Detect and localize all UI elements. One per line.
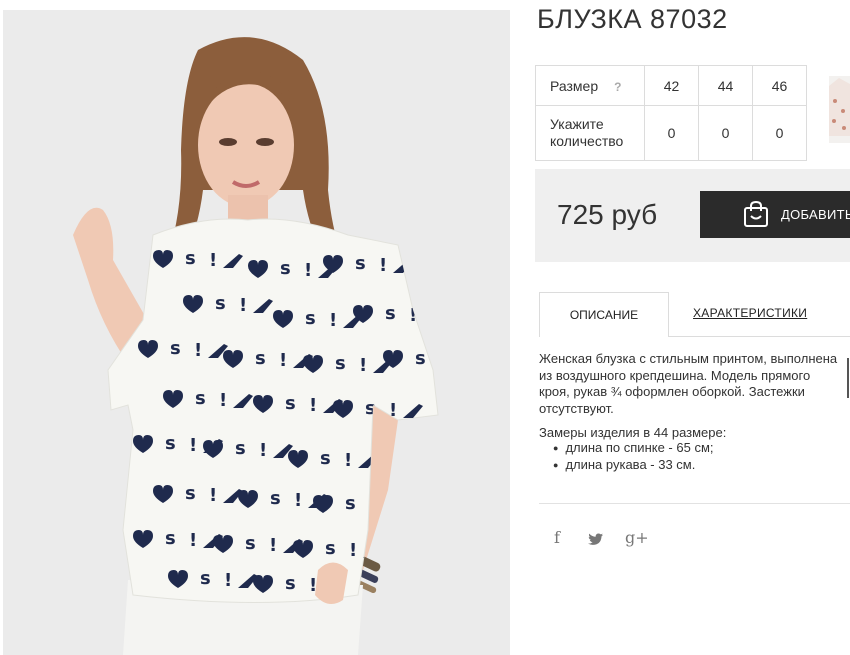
divider <box>539 503 850 504</box>
size-42: 42 <box>644 65 699 106</box>
measurement-back-length: длина по спинке - 65 см; <box>565 440 714 455</box>
quantity-label: Укажите количество <box>535 105 645 161</box>
measurements-list: длина по спинке - 65 см; длина рукава - … <box>553 440 714 474</box>
product-title: БЛУЗКА 87032 <box>537 4 728 34</box>
quantity-input-46[interactable]: 0 <box>752 105 807 161</box>
svg-text:s: s <box>35 10 46 29</box>
svg-text:!: ! <box>59 10 67 31</box>
measurement-sleeve-length: длина рукава - 33 см. <box>565 457 696 472</box>
tab-characteristics[interactable]: ХАРАКТЕРИСТИКИ <box>693 306 807 320</box>
price: 725 руб <box>557 199 658 230</box>
list-item: длина по спинке - 65 см; <box>553 440 714 457</box>
product-photo[interactable]: s ! <box>3 10 510 655</box>
product-tabs: ОПИСАНИЕ ХАРАКТЕРИСТИКИ <box>539 292 850 337</box>
price-box: 725 руб ДОБАВИТЬ <box>535 169 850 262</box>
size-label: Размер <box>550 77 599 94</box>
product-thumbnail[interactable] <box>829 76 850 143</box>
scrollbar[interactable] <box>847 358 849 398</box>
tabs-underline <box>669 336 850 337</box>
shopping-bag-icon <box>742 200 770 233</box>
size-46: 46 <box>752 65 807 106</box>
product-description: Женская блузка с стильным принтом, выпол… <box>539 351 841 417</box>
quantity-input-42[interactable]: 0 <box>644 105 699 161</box>
question-icon[interactable]: ? <box>614 80 621 94</box>
quantity-input-44[interactable]: 0 <box>698 105 753 161</box>
add-to-cart-label: ДОБАВИТЬ <box>781 207 850 222</box>
google-plus-icon[interactable]: g+ <box>625 528 649 547</box>
measurements-heading: Замеры изделия в 44 размере: <box>539 425 727 440</box>
list-item: длина рукава - 33 см. <box>553 457 714 474</box>
size-44: 44 <box>698 65 753 106</box>
facebook-icon[interactable]: f <box>554 528 560 547</box>
tab-description[interactable]: ОПИСАНИЕ <box>539 292 669 337</box>
size-row-label: Размер? <box>535 65 645 106</box>
add-to-cart-button[interactable]: ДОБАВИТЬ <box>700 191 850 238</box>
description-text: Женская блузка с стильным принтом, выпол… <box>539 351 838 416</box>
twitter-icon[interactable] <box>588 531 603 550</box>
size-quantity-table: Размер? 42 44 46 Укажите количество 0 0 … <box>535 65 807 161</box>
